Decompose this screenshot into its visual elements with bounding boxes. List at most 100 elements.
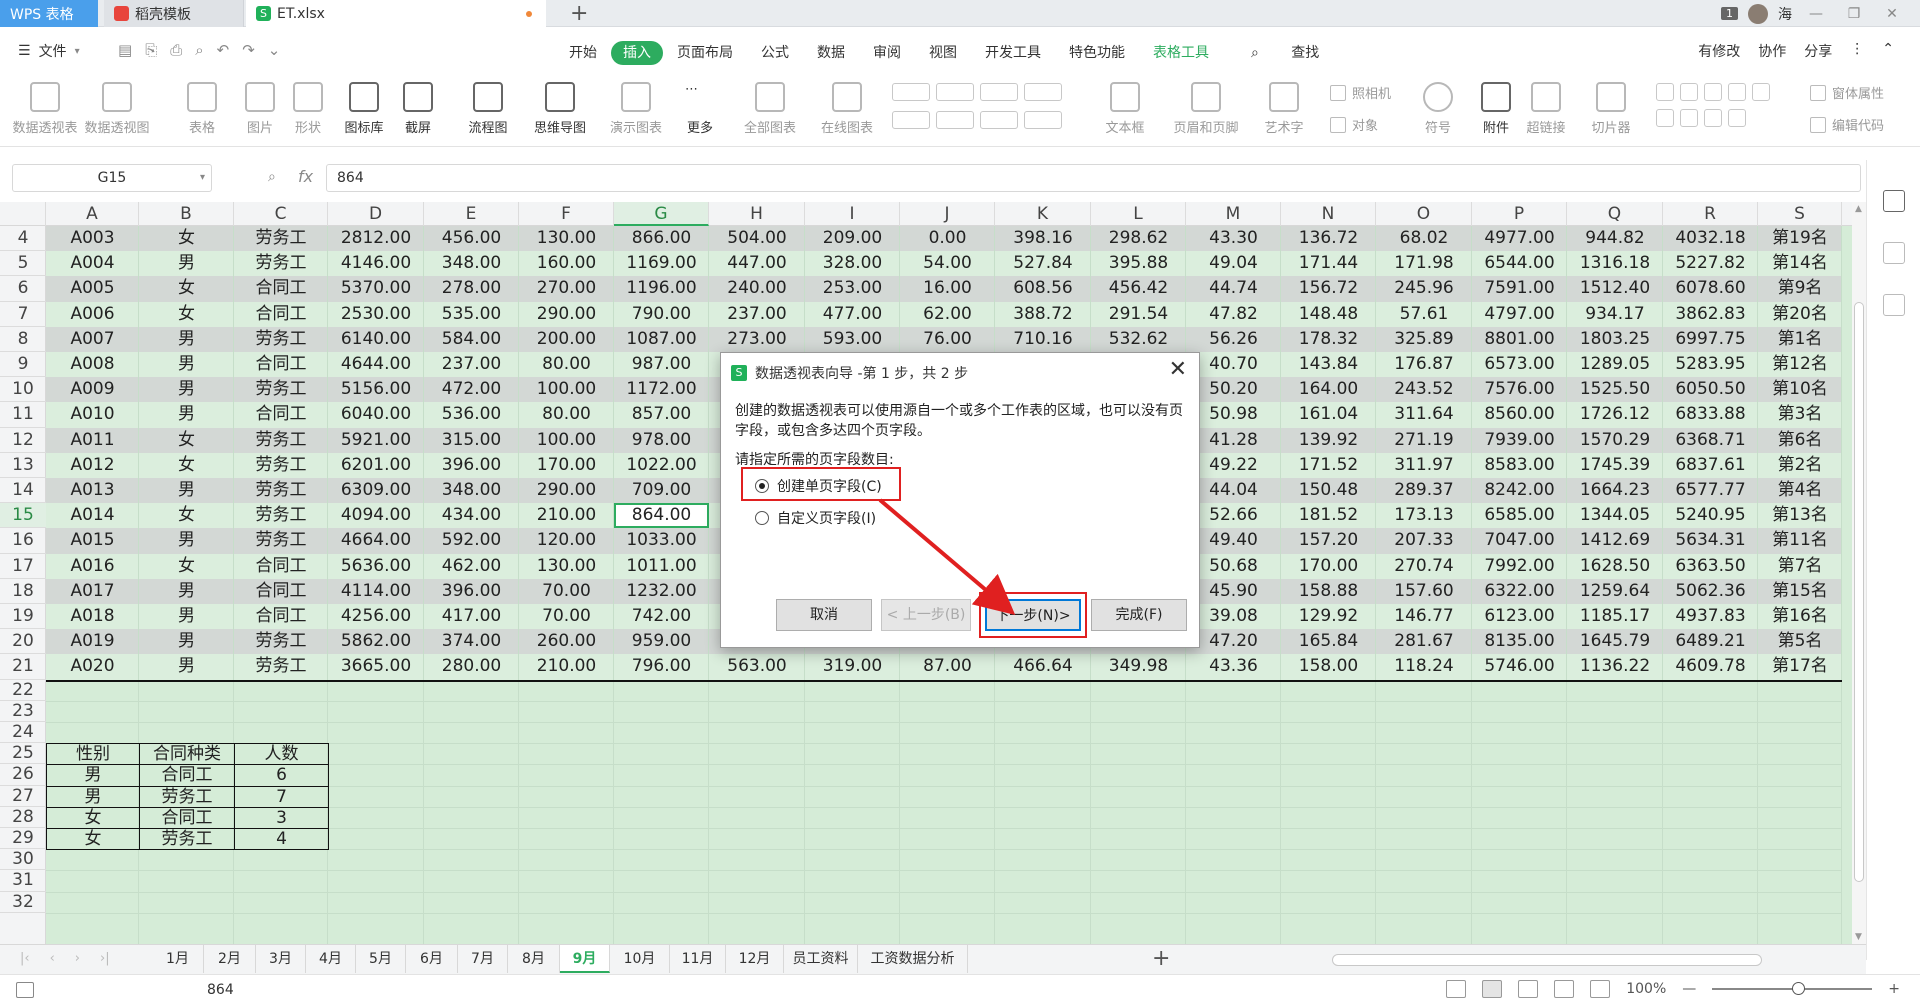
tab-table-tools[interactable]: 表格工具 [1139,41,1223,65]
table-cell[interactable]: 6837.61 [1663,453,1758,478]
table-cell[interactable]: 4644.00 [328,352,424,377]
summary-cell[interactable]: 女 [46,828,140,851]
table-cell[interactable]: 女 [139,453,234,478]
camera-button[interactable]: 照相机 [1330,83,1391,102]
pie-chart-icon[interactable] [980,111,1018,129]
table-cell[interactable]: 348.00 [424,478,519,503]
table-cell[interactable]: 女 [139,226,234,251]
table-cell[interactable]: 866.00 [614,226,709,251]
table-cell[interactable]: 6544.00 [1472,251,1567,276]
table-cell[interactable]: 劳务工 [234,428,328,453]
table-cell[interactable]: 5227.82 [1663,251,1758,276]
table-cell[interactable]: 1512.40 [1567,276,1663,301]
sheet-tab[interactable]: 9月 [560,945,610,973]
table-cell[interactable]: 396.00 [424,453,519,478]
table-cell[interactable]: 8560.00 [1472,402,1567,427]
table-cell[interactable]: 6078.60 [1663,276,1758,301]
radar-chart-icon[interactable] [1024,111,1062,129]
table-cell[interactable]: 5156.00 [328,377,424,402]
horizontal-scroll-thumb[interactable] [1332,954,1762,966]
table-cell[interactable]: 289.37 [1376,478,1472,503]
table-cell[interactable]: 987.00 [614,352,709,377]
table-cell[interactable]: 合同工 [234,276,328,301]
table-cell[interactable]: A006 [46,302,139,327]
table-cell[interactable]: 男 [139,478,234,503]
table-cell[interactable]: 劳务工 [234,453,328,478]
column-header[interactable]: N [1281,202,1376,226]
table-cell[interactable]: 6140.00 [328,327,424,352]
table-cell[interactable]: 237.00 [424,352,519,377]
table-cell[interactable]: 6489.21 [1663,629,1758,654]
table-cell[interactable]: 第19名 [1758,226,1842,251]
table-cell[interactable]: 80.00 [519,402,614,427]
table-cell[interactable]: 280.00 [424,654,519,679]
table-cell[interactable]: 592.00 [424,528,519,553]
close-window-icon[interactable]: ✕ [1878,6,1906,22]
table-cell[interactable]: A013 [46,478,139,503]
row-header[interactable]: 24 [0,722,46,744]
reading-mode-icon[interactable] [1554,980,1575,998]
zoom-slider[interactable] [1712,982,1873,995]
table-cell[interactable]: 8801.00 [1472,327,1567,352]
undo-icon[interactable]: ↶ [217,41,230,59]
add-sheet-button[interactable]: + [1152,946,1170,971]
close-icon[interactable]: ✕ [1169,357,1187,382]
table-cell[interactable]: 6585.00 [1472,503,1567,528]
table-cell[interactable]: 第6名 [1758,428,1842,453]
table-cell[interactable]: 136.72 [1281,226,1376,251]
more-button[interactable]: ⋯ 更多 [678,77,722,147]
table-cell[interactable]: 5062.36 [1663,579,1758,604]
normal-view-icon[interactable] [1482,980,1503,998]
table-cell[interactable]: 6577.77 [1663,478,1758,503]
table-cell[interactable]: 56.26 [1186,327,1281,352]
table-cell[interactable]: 270.00 [519,276,614,301]
table-cell[interactable]: 4094.00 [328,503,424,528]
table-cell[interactable]: 第5名 [1758,629,1842,654]
radio-control-icon[interactable] [1752,83,1770,101]
table-cell[interactable]: 253.00 [805,276,900,301]
table-cell[interactable]: 87.00 [900,654,995,679]
radio-single-page-field[interactable]: 创建单页字段(C) [755,476,882,496]
page-break-view-icon[interactable] [1518,980,1539,998]
tab-review[interactable]: 审阅 [859,41,915,65]
table-cell[interactable]: 100.00 [519,428,614,453]
table-cell[interactable]: 311.64 [1376,402,1472,427]
column-header[interactable]: F [519,202,614,226]
textbox-button[interactable]: 文本框 [1098,77,1152,147]
table-cell[interactable]: 劳务工 [234,251,328,276]
row-header[interactable]: 25 [0,743,46,765]
radio-custom-page-field[interactable]: 自定义页字段(I) [755,508,876,528]
table-cell[interactable]: 男 [139,579,234,604]
table-cell[interactable]: 合同工 [234,579,328,604]
table-cell[interactable]: A003 [46,226,139,251]
table-cell[interactable]: 第9名 [1758,276,1842,301]
tab-et-xlsx[interactable]: S ET.xlsx [246,0,546,27]
zoom-formula-icon[interactable]: ⌕ [268,169,276,185]
table-cell[interactable]: 男 [139,377,234,402]
table-cell[interactable]: 第20名 [1758,302,1842,327]
column-header[interactable]: R [1663,202,1758,226]
maximize-icon[interactable]: ❐ [1840,6,1868,22]
table-cell[interactable]: 男 [139,402,234,427]
summary-cell[interactable]: 合同工 [139,806,235,829]
table-cell[interactable]: 396.00 [424,579,519,604]
table-cell[interactable]: 271.19 [1376,428,1472,453]
table-cell[interactable]: 2530.00 [328,302,424,327]
table-cell[interactable]: 1664.23 [1567,478,1663,503]
tab-daoke-template[interactable]: 稻壳模板 [104,0,244,27]
table-cell[interactable]: A017 [46,579,139,604]
table-cell[interactable]: 41.28 [1186,428,1281,453]
sheet-tab[interactable]: 8月 [508,945,560,973]
table-cell[interactable]: A018 [46,604,139,629]
table-cell[interactable]: 劳务工 [234,478,328,503]
table-cell[interactable]: 608.56 [995,276,1091,301]
table-cell[interactable]: 6201.00 [328,453,424,478]
table-cell[interactable]: 164.00 [1281,377,1376,402]
sheet-tab[interactable]: 12月 [726,945,784,973]
summary-cell[interactable]: 7 [234,785,329,808]
row-header[interactable]: 8 [0,327,46,352]
table-cell[interactable]: 43.36 [1186,654,1281,679]
table-cell[interactable]: 男 [139,327,234,352]
print-icon[interactable]: ⎙ [170,41,182,59]
column-header[interactable]: B [139,202,234,226]
